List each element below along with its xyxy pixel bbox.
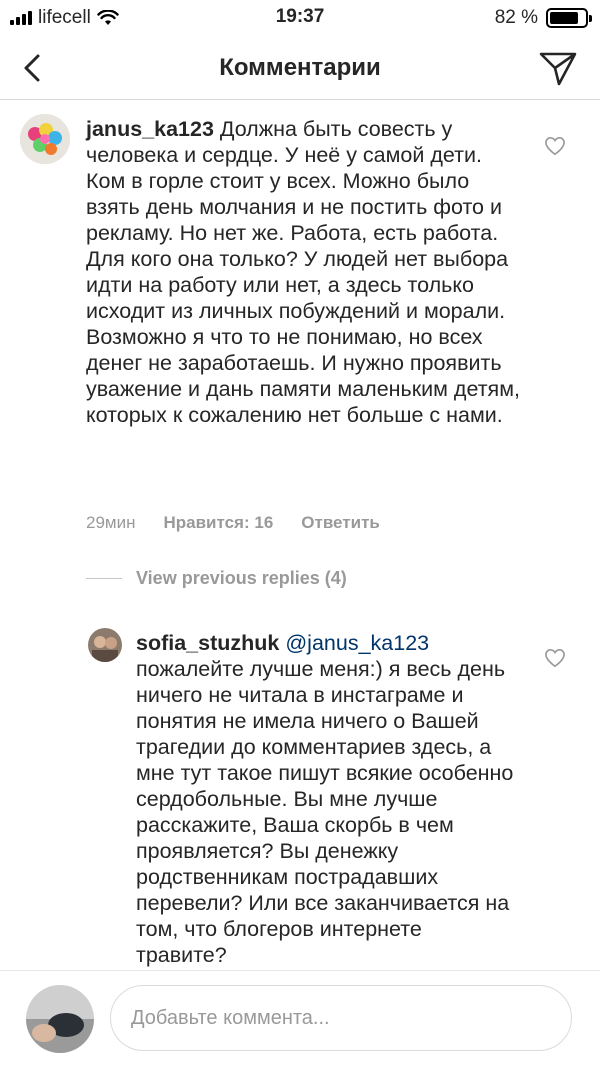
page-title: Комментарии: [219, 54, 381, 81]
comment-text: janus_ka123 Должна быть совесть у челове…: [86, 116, 526, 428]
comment-meta: 29мин Нравится: 16 Ответить: [86, 513, 380, 533]
comment-input[interactable]: [111, 986, 571, 1050]
reply-mention[interactable]: @janus_ka123: [285, 631, 429, 655]
comment-body: Должна быть совесть у человека и сердце.…: [86, 117, 520, 427]
heart-outline-icon[interactable]: [544, 648, 566, 668]
reply-button[interactable]: Ответить: [301, 513, 380, 533]
battery-icon: [546, 8, 592, 28]
reply-username[interactable]: sofia_stuzhuk: [136, 631, 279, 655]
status-right: 82 %: [494, 6, 592, 30]
paper-plane-icon: [539, 52, 577, 86]
reply-text: sofia_stuzhuk @janus_ka123 пожалейте луч…: [136, 630, 514, 968]
comment-input-wrapper[interactable]: [110, 985, 572, 1051]
share-button[interactable]: [538, 48, 578, 88]
comment-input-bar: [0, 970, 600, 1066]
balloons-avatar-image: [20, 114, 70, 164]
comment-username[interactable]: janus_ka123: [86, 117, 214, 141]
current-user-avatar: [26, 985, 94, 1053]
reply-body: пожалейте лучше меня:) я весь день ничег…: [136, 657, 514, 967]
battery-percent: 82 %: [494, 7, 538, 28]
heart-outline-icon[interactable]: [544, 136, 566, 156]
comment-likes[interactable]: Нравится: 16: [163, 513, 273, 533]
view-replies-toggle[interactable]: View previous replies (4): [86, 568, 347, 589]
comment-time: 29мин: [86, 513, 136, 532]
user-photo-avatar-image: [88, 628, 122, 662]
comments-list[interactable]: janus_ka123 Должна быть совесть у челове…: [0, 100, 600, 970]
avatar[interactable]: [20, 114, 70, 164]
reply-avatar[interactable]: [88, 628, 122, 662]
user-photo-avatar-image: [26, 985, 94, 1053]
battery-fill: [550, 12, 578, 24]
replies-divider: [86, 578, 122, 579]
status-bar: lifecell 19:37 82 %: [0, 0, 600, 36]
view-replies-label: View previous replies (4): [136, 568, 347, 588]
nav-bar: Комментарии: [0, 36, 600, 100]
